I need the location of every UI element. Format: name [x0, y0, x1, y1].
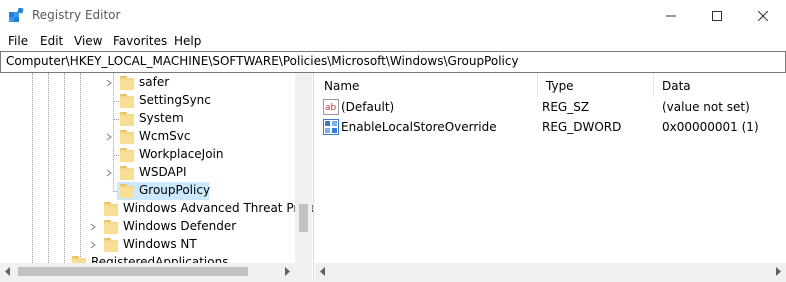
- column-header-label: Type: [546, 79, 574, 93]
- title-bar: Registry Editor: [0, 0, 786, 31]
- menu-view[interactable]: View: [74, 34, 102, 48]
- scroll-left-arrow-icon[interactable]: [319, 267, 327, 276]
- scroll-left-arrow-icon[interactable]: [4, 267, 12, 276]
- tree-item-settingsync[interactable]: SettingSync: [0, 92, 295, 110]
- key-tree[interactable]: safer SettingSync System WcmSvc Workplac…: [0, 73, 314, 280]
- scroll-right-arrow-icon[interactable]: [774, 267, 782, 276]
- menu-help[interactable]: Help: [174, 34, 201, 48]
- folder-icon: [120, 166, 134, 180]
- tree-item-safer[interactable]: safer: [0, 74, 295, 92]
- window-title: Registry Editor: [32, 8, 121, 22]
- value-name: EnableLocalStoreOverride: [341, 120, 497, 134]
- tree-item-label: Windows Advanced Threat Prote: [123, 201, 314, 215]
- maximize-button[interactable]: [694, 0, 740, 31]
- folder-icon: [120, 184, 134, 198]
- value-name: (Default): [341, 100, 395, 114]
- list-horizontal-scrollbar[interactable]: [315, 263, 786, 280]
- column-header-name[interactable]: Name: [315, 73, 537, 97]
- minimize-icon: [666, 15, 676, 16]
- value-type: REG_SZ: [542, 100, 590, 114]
- folder-icon: [120, 94, 134, 108]
- values-list[interactable]: Name Type Data ab (Default) REG_SZ (valu…: [315, 73, 786, 263]
- menu-file[interactable]: File: [8, 34, 28, 48]
- column-header-label: Name: [324, 79, 360, 93]
- tree-item-windows-nt[interactable]: Windows NT: [0, 236, 295, 254]
- folder-icon: [104, 238, 118, 252]
- tree-item-label: WcmSvc: [139, 129, 191, 143]
- registry-editor-icon: [9, 8, 24, 22]
- menu-favorites[interactable]: Favorites: [113, 34, 167, 48]
- tree-item-grouppolicy[interactable]: GroupPolicy: [0, 182, 295, 200]
- value-data: 0x00000001 (1): [662, 120, 759, 134]
- value-type: REG_DWORD: [542, 120, 622, 134]
- value-row[interactable]: EnableLocalStoreOverride REG_DWORD 0x000…: [315, 118, 786, 136]
- minimize-button[interactable]: [648, 0, 694, 31]
- string-value-icon: ab: [323, 99, 339, 115]
- tree-horizontal-scrollbar[interactable]: [0, 263, 312, 280]
- chevron-right-icon[interactable]: [105, 169, 113, 177]
- scroll-right-arrow-icon[interactable]: [283, 267, 291, 276]
- address-path[interactable]: Computer\HKEY_LOCAL_MACHINE\SOFTWARE\Pol…: [6, 54, 519, 68]
- value-row[interactable]: ab (Default) REG_SZ (value not set): [315, 98, 786, 116]
- close-button[interactable]: [740, 0, 786, 31]
- address-bar[interactable]: Computer\HKEY_LOCAL_MACHINE\SOFTWARE\Pol…: [0, 51, 786, 73]
- maximize-icon: [712, 10, 722, 21]
- tree-item-label: Windows NT: [123, 237, 197, 251]
- folder-icon: [120, 76, 134, 90]
- tree-item-wsdapi[interactable]: WSDAPI: [0, 164, 295, 182]
- close-icon: [758, 10, 768, 21]
- scrollbar-thumb[interactable]: [18, 267, 248, 276]
- svg-text:ab: ab: [325, 103, 337, 113]
- tree-item-label: System: [139, 111, 184, 125]
- menu-bar: File Edit View Favorites Help: [0, 31, 786, 51]
- tree-item-label: SettingSync: [139, 93, 211, 107]
- folder-icon: [104, 220, 118, 234]
- folder-icon: [120, 112, 134, 126]
- tree-item-windows-defender[interactable]: Windows Defender: [0, 218, 295, 236]
- tree-item-system[interactable]: System: [0, 110, 295, 128]
- scrollbar-thumb[interactable]: [299, 204, 308, 232]
- chevron-right-icon[interactable]: [89, 241, 97, 249]
- column-header-data[interactable]: Data: [653, 73, 786, 97]
- tree-vertical-scrollbar[interactable]: [295, 73, 312, 263]
- chevron-right-icon[interactable]: [105, 79, 113, 87]
- tree-item-label: Windows Defender: [123, 219, 237, 233]
- tree-item-label: GroupPolicy: [139, 183, 211, 197]
- folder-icon: [120, 130, 134, 144]
- value-data: (value not set): [662, 100, 750, 114]
- menu-edit[interactable]: Edit: [40, 34, 63, 48]
- tree-item-label: WSDAPI: [139, 165, 187, 179]
- chevron-right-icon[interactable]: [89, 223, 97, 231]
- column-header-label: Data: [662, 79, 691, 93]
- tree-item-label: safer: [139, 75, 170, 89]
- tree-item-label: WorkplaceJoin: [139, 147, 224, 161]
- tree-item-windows-advanced-threat-protection[interactable]: Windows Advanced Threat Prote: [0, 200, 313, 218]
- folder-icon: [104, 202, 118, 216]
- binary-value-icon: [323, 119, 339, 135]
- tree-item-wcmsvc[interactable]: WcmSvc: [0, 128, 295, 146]
- chevron-right-icon[interactable]: [105, 133, 113, 141]
- column-header-type[interactable]: Type: [537, 73, 653, 97]
- folder-icon: [120, 148, 134, 162]
- tree-item-workplacejoin[interactable]: WorkplaceJoin: [0, 146, 295, 164]
